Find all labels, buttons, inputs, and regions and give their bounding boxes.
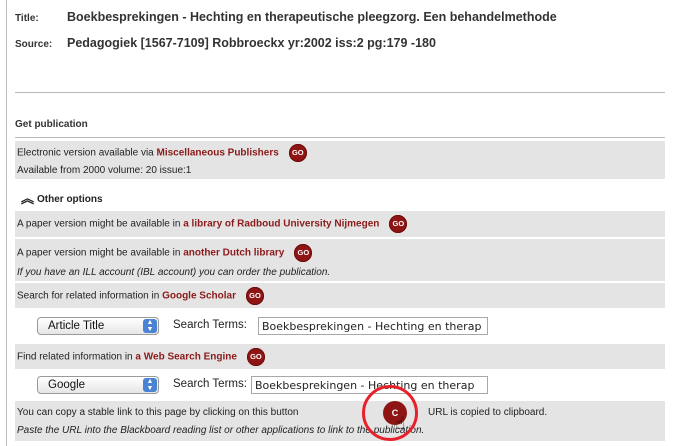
chevron-up-icon: ︽ — [21, 191, 35, 206]
scholar-search-row: Article Title ▲ ▼ Search Terms: Boekbespr… — [15, 310, 665, 344]
web-search-input-row: Google ▲ ▼ Search Terms: Boekbesprekingen… — [15, 370, 665, 400]
divider — [15, 137, 665, 138]
dutch-library-text: A paper version might be available in — [17, 247, 184, 259]
electronic-text: Electronic version available via — [17, 147, 157, 159]
go-button[interactable]: GO — [288, 144, 307, 162]
google-scholar-text: Search for related information in — [17, 290, 163, 302]
go-button[interactable]: GO — [246, 348, 265, 366]
library-radboud-text: A paper version might be available in — [17, 218, 184, 230]
miscellaneous-publishers-link[interactable]: Miscellaneous Publishers — [157, 148, 279, 159]
other-options-toggle[interactable]: ︽ Other options — [15, 188, 665, 210]
web-search-input[interactable]: Boekbesprekingen - Hechting en therap — [251, 376, 488, 394]
search-engine-select[interactable]: Google ▲ ▼ — [37, 376, 159, 394]
radboud-library-link[interactable]: a library of Radboud University Nijmegen — [183, 219, 379, 230]
dutch-library-line: A paper version might be available in an… — [17, 244, 313, 262]
source-label: Source: — [15, 39, 53, 50]
go-button[interactable]: GO — [245, 287, 264, 305]
scholar-search-label: Search Terms: — [173, 319, 247, 331]
highlight-circle — [362, 385, 418, 441]
stable-link-row: You can copy a stable link to this page … — [15, 401, 665, 441]
google-scholar-link[interactable]: Google Scholar — [162, 291, 236, 302]
scholar-field-select[interactable]: Article Title ▲ ▼ — [37, 317, 159, 335]
library-radboud-line: A paper version might be available in a … — [17, 215, 408, 233]
hand-pointer-icon: ☝ — [395, 414, 406, 433]
electronic-line: Electronic version available via Miscell… — [17, 144, 307, 162]
go-button[interactable]: GO — [294, 244, 313, 262]
dutch-library-link[interactable]: another Dutch library — [183, 248, 284, 259]
select-arrows-icon: ▲ ▼ — [143, 378, 157, 392]
google-scholar-line: Search for related information in Google… — [17, 287, 264, 305]
source-row: Source: Pedagogiek [1567-7109] Robbroeckx… — [15, 36, 436, 50]
stable-link-text: You can copy a stable link to this page … — [17, 407, 299, 418]
search-engine-value: Google — [48, 379, 86, 391]
ill-note: If you have an ILL account (IBL account)… — [17, 267, 331, 278]
divider — [15, 92, 665, 93]
go-button[interactable]: GO — [389, 215, 408, 233]
dutch-library-row: A paper version might be available in an… — [15, 239, 665, 281]
web-search-row: Find related information in a Web Search… — [15, 344, 665, 369]
title-label: Title: — [15, 13, 39, 24]
scholar-search-input[interactable]: Boekbesprekingen - Hechting en therap — [258, 317, 488, 335]
web-search-label: Search Terms: — [173, 378, 247, 390]
source-value: Pedagogiek [1567-7109] Robbroeckx yr:200… — [67, 36, 436, 50]
scholar-field-value: Article Title — [48, 320, 105, 332]
electronic-version-row: Electronic version available via Miscell… — [15, 141, 665, 179]
library-radboud-row: A paper version might be available in a … — [15, 211, 665, 237]
title-value: Boekbesprekingen - Hechting en therapeut… — [67, 10, 557, 24]
get-publication-heading: Get publication — [15, 119, 88, 130]
link-resolver-panel: Title: Boekbesprekingen - Hechting en the… — [6, 0, 673, 446]
other-options-label: Other options — [37, 194, 103, 205]
paste-note: Paste the URL into the Blackboard readin… — [17, 425, 425, 436]
web-search-line: Find related information in a Web Search… — [17, 348, 265, 366]
select-arrows-icon: ▲ ▼ — [143, 319, 157, 333]
web-search-text: Find related information in — [17, 351, 136, 363]
clipboard-message: URL is copied to clipboard. — [428, 407, 548, 418]
availability-text: Available from 2000 volume: 20 issue:1 — [17, 165, 192, 176]
title-row: Title: Boekbesprekingen - Hechting en the… — [15, 10, 557, 24]
web-search-engine-link[interactable]: a Web Search Engine — [135, 352, 237, 363]
google-scholar-row: Search for related information in Google… — [15, 283, 665, 308]
